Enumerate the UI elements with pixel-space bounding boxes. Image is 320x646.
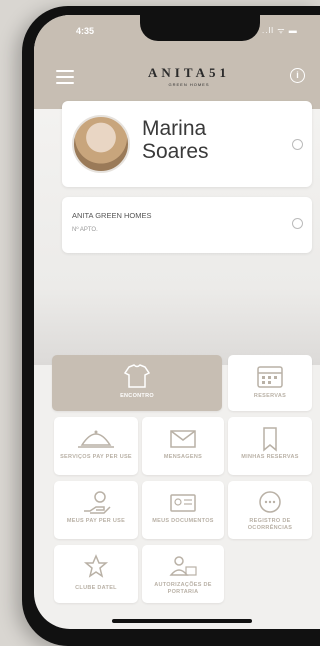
profile-last-name: Soares	[142, 140, 209, 163]
star-icon	[83, 554, 109, 578]
hamburger-menu-icon[interactable]	[56, 70, 74, 84]
unit-select-radio[interactable]	[292, 218, 303, 229]
tile-label: MEUS DOCUMENTOS	[152, 518, 214, 524]
unit-title: ANITA GREEN HOMES	[72, 211, 152, 220]
profile-select-radio[interactable]	[292, 139, 303, 150]
tile-label: MENSAGENS	[163, 454, 203, 460]
logo-main-text: ANITA51	[148, 65, 230, 80]
tile-minhas-reservas[interactable]: MINHAS RESERVAS	[228, 417, 312, 475]
tile-reservas[interactable]: RESERVAS	[228, 355, 312, 411]
tile-label: RESERVAS	[253, 393, 287, 399]
tile-label: REGISTRO DE OCORRÊNCIAS	[247, 518, 293, 531]
tile-servicos-pay-per-use[interactable]: SERVIÇOS PAY PER USE	[54, 417, 138, 475]
home-indicator[interactable]	[112, 619, 252, 623]
tile-clube-datel[interactable]: CLUBE DATEL	[54, 545, 138, 603]
tile-label: ENCONTRO	[120, 393, 154, 399]
status-icons: ..ll ᯤ ▬	[262, 26, 298, 35]
tile-autorizacoes-de-portaria[interactable]: AUTORIZAÇÕES DE PORTARIA	[142, 545, 224, 603]
info-icon[interactable]: i	[290, 68, 305, 83]
tile-label: AUTORIZAÇÕES DE PORTARIA	[154, 582, 212, 595]
logo-sub-text: GREEN HOMES	[168, 82, 210, 87]
bookmark-icon	[263, 427, 277, 452]
tile-label: MEUS PAY PER USE	[66, 518, 126, 524]
tile-label: MINHAS RESERVAS	[241, 454, 299, 460]
avatar	[72, 115, 130, 173]
profile-first-name: Marina	[142, 117, 207, 140]
app-screen: ANITA51 GREEN HOMES i 4:35 ..ll ᯤ ▬ Mari…	[34, 15, 320, 629]
unit-card[interactable]: ANITA GREEN HOMES Nº APTO.	[62, 197, 312, 253]
shirt-icon	[123, 364, 151, 388]
status-time: 4:35	[76, 26, 95, 36]
tile-encontro[interactable]: ENCONTRO	[52, 355, 222, 411]
people-icon	[169, 556, 197, 576]
profile-name: Marina Soares	[142, 117, 209, 163]
tile-mensagens[interactable]: MENSAGENS	[142, 417, 224, 475]
tile-meus-pay-per-use[interactable]: MEUS PAY PER USE	[54, 481, 138, 539]
app-logo: ANITA51 GREEN HOMES	[144, 65, 234, 87]
hand-coin-icon	[84, 491, 111, 514]
tile-meus-documentos[interactable]: MEUS DOCUMENTOS	[142, 481, 224, 539]
envelope-icon	[170, 430, 196, 448]
profile-card[interactable]: Marina Soares	[62, 101, 312, 187]
tile-label: SERVIÇOS PAY PER USE	[60, 454, 132, 460]
document-icon	[170, 494, 196, 512]
phone-notch	[140, 15, 260, 41]
unit-subtitle: Nº APTO.	[72, 227, 98, 233]
cloche-icon	[78, 430, 114, 448]
calendar-icon	[257, 366, 283, 388]
tile-label: CLUBE DATEL	[75, 585, 117, 591]
tile-registro-de-ocorrencias[interactable]: REGISTRO DE OCORRÊNCIAS	[228, 481, 312, 539]
chat-icon	[259, 491, 281, 513]
